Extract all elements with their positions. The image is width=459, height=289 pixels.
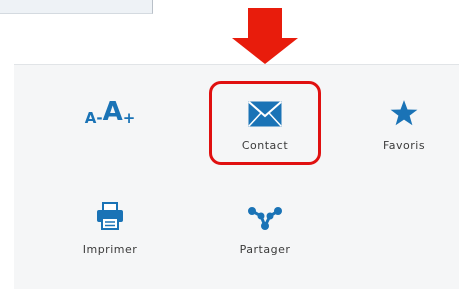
imprimer-button[interactable]: Imprimer xyxy=(55,191,165,281)
share-icon xyxy=(247,191,283,231)
font-increase-label[interactable]: A xyxy=(103,97,123,127)
star-icon xyxy=(390,87,418,127)
font-increase-sign[interactable]: + xyxy=(123,109,136,127)
font-size-button[interactable]: A - A + xyxy=(55,87,165,177)
favoris-button[interactable]: Favoris xyxy=(349,87,459,177)
contact-highlight-box xyxy=(209,81,321,165)
partager-label: Partager xyxy=(239,243,291,256)
favoris-label: Favoris xyxy=(382,139,426,152)
partager-button[interactable]: Partager xyxy=(210,191,320,281)
printer-icon xyxy=(95,191,125,231)
font-decrease-label[interactable]: A xyxy=(85,109,97,127)
font-size-icon: A - A + xyxy=(85,87,136,127)
imprimer-label: Imprimer xyxy=(82,243,138,256)
